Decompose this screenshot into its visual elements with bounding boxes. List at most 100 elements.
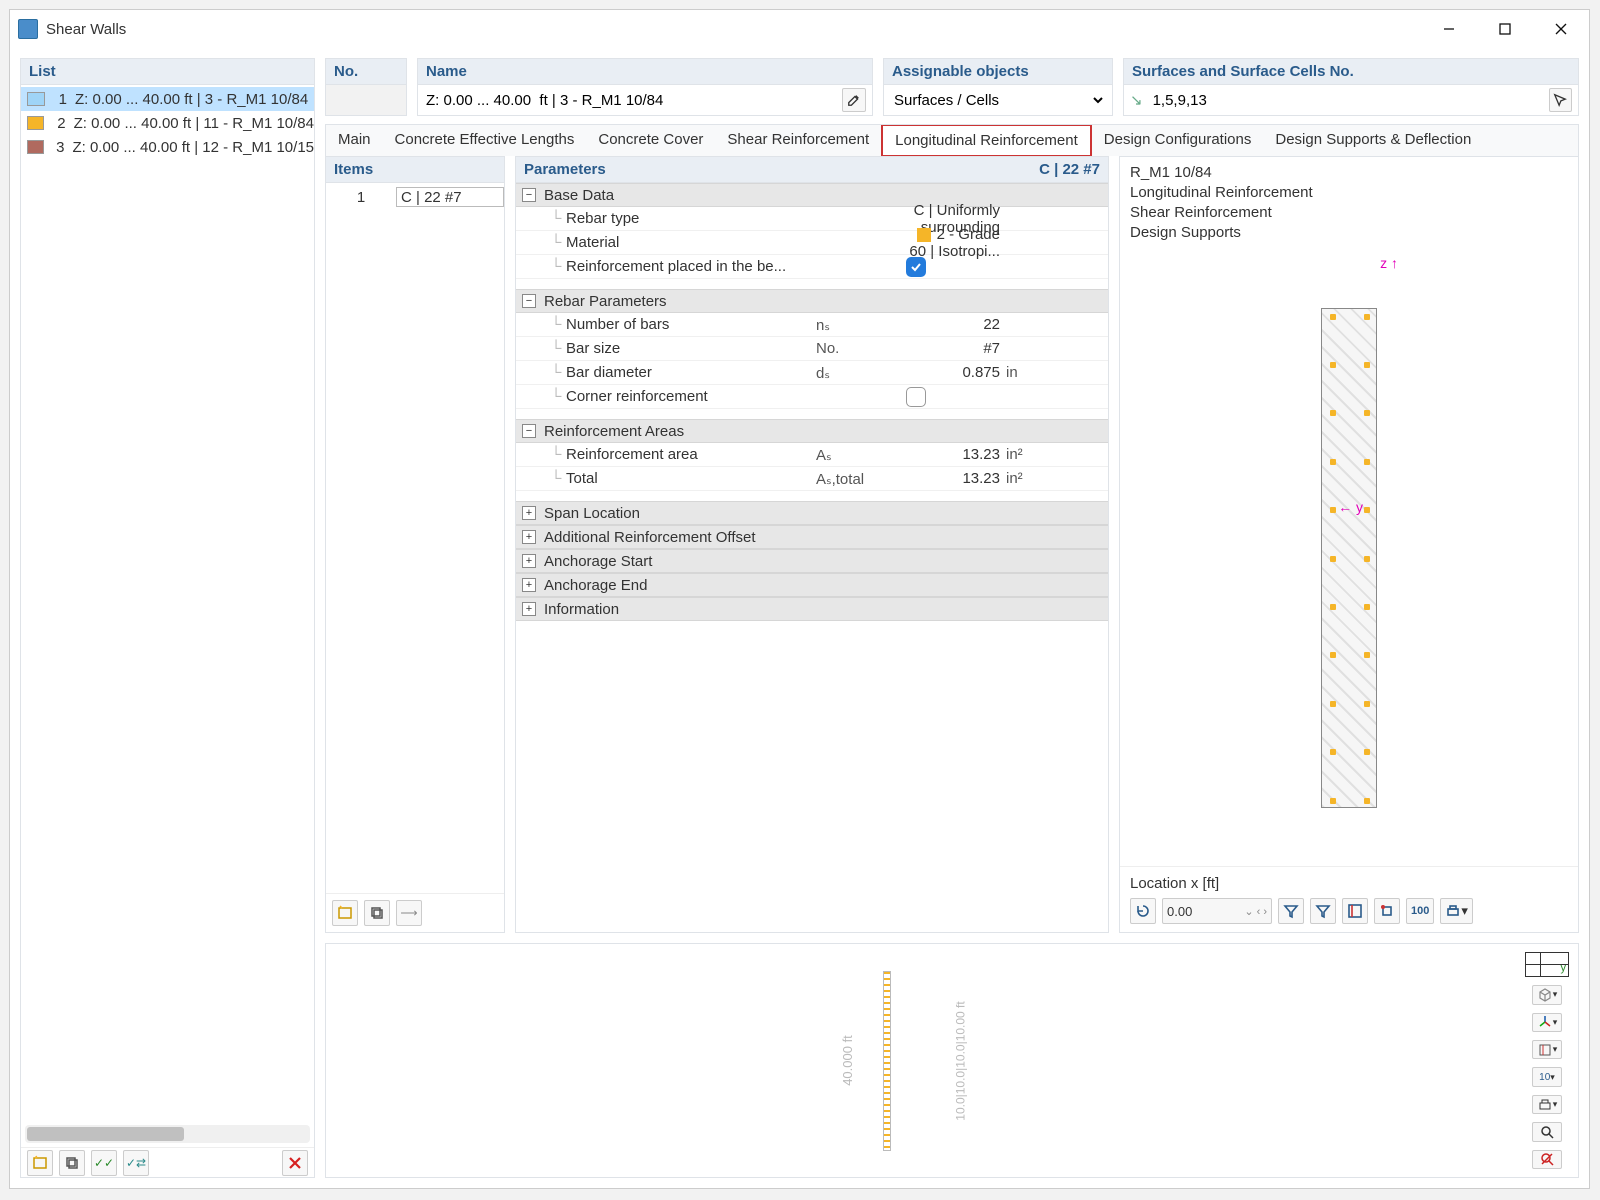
- items-row-value[interactable]: C | 22 #7: [396, 187, 504, 207]
- param-row[interactable]: └ Bar diameter dₛ 0.875 in: [516, 361, 1108, 385]
- param-group[interactable]: + Anchorage End: [516, 573, 1108, 597]
- tab-design-supports-deflection[interactable]: Design Supports & Deflection: [1263, 125, 1483, 156]
- param-group[interactable]: + Anchorage Start: [516, 549, 1108, 573]
- expand-icon[interactable]: +: [522, 530, 536, 544]
- copy-item-button[interactable]: [59, 1150, 85, 1176]
- cube-view-button[interactable]: ▾: [1532, 985, 1562, 1004]
- list-body: 1 Z: 0.00 ... 40.00 ft | 3 - R_M1 10/84 …: [21, 85, 314, 1125]
- rebar-dot: [1330, 410, 1336, 416]
- collapse-icon[interactable]: −: [522, 188, 536, 202]
- check-teal-button[interactable]: ✓⇄: [123, 1150, 149, 1176]
- tab-concrete-cover[interactable]: Concrete Cover: [586, 125, 715, 156]
- param-value[interactable]: 22: [906, 316, 1006, 333]
- assignable-objects-select[interactable]: Surfaces / Cells: [890, 91, 1106, 110]
- param-group[interactable]: + Information: [516, 597, 1108, 621]
- param-group[interactable]: − Rebar Parameters: [516, 289, 1108, 313]
- tab-longitudinal-reinforcement[interactable]: Longitudinal Reinforcement: [881, 124, 1092, 156]
- param-row[interactable]: └ Bar size No. #7: [516, 337, 1108, 361]
- check-green-button[interactable]: ✓✓: [91, 1150, 117, 1176]
- items-link-button[interactable]: ⟶: [396, 900, 422, 926]
- name-edit-button[interactable]: [842, 88, 866, 112]
- list-row-text: Z: 0.00 ... 40.00 ft | 11 - R_M1 10/84: [74, 115, 314, 132]
- param-value[interactable]: 2 - Grade 60 | Isotropi...: [906, 226, 1006, 260]
- param-value[interactable]: #7: [906, 340, 1006, 357]
- expand-icon[interactable]: +: [522, 554, 536, 568]
- param-value[interactable]: [906, 257, 1006, 277]
- surfaces-pick-button[interactable]: [1549, 88, 1572, 112]
- items-copy-button[interactable]: [364, 900, 390, 926]
- list-row-text: Z: 0.00 ... 40.00 ft | 3 - R_M1 10/84: [75, 91, 308, 108]
- items-new-button[interactable]: [332, 900, 358, 926]
- collapse-icon[interactable]: −: [522, 294, 536, 308]
- param-name: Reinforcement area: [566, 446, 816, 463]
- expand-icon[interactable]: +: [522, 578, 536, 592]
- list-row[interactable]: 3 Z: 0.00 ... 40.00 ft | 12 - R_M1 10/15: [21, 135, 314, 159]
- param-row[interactable]: └ Number of bars nₛ 22: [516, 313, 1108, 337]
- list-row[interactable]: 1 Z: 0.00 ... 40.00 ft | 3 - R_M1 10/84: [21, 87, 314, 111]
- preview-info: R_M1 10/84Longitudinal ReinforcementShea…: [1120, 157, 1578, 249]
- param-symbol: dₛ: [816, 364, 906, 382]
- maximize-button[interactable]: [1477, 10, 1533, 48]
- param-value[interactable]: 0.875: [906, 364, 1006, 381]
- tree-branch-icon: └: [546, 234, 566, 251]
- param-group[interactable]: + Span Location: [516, 501, 1108, 525]
- name-label: Name: [417, 58, 873, 84]
- view-section-button[interactable]: [1342, 898, 1368, 924]
- section-view-button[interactable]: ▾: [1532, 1040, 1562, 1059]
- filter-button[interactable]: [1310, 898, 1336, 924]
- list-header: List: [21, 59, 314, 85]
- rebar-dot: [1330, 314, 1336, 320]
- axes-view-button[interactable]: ▾: [1532, 1013, 1562, 1032]
- delete-item-button[interactable]: [282, 1150, 308, 1176]
- update-view-button[interactable]: [1130, 898, 1156, 924]
- param-row[interactable]: └ Rebar type C | Uniformly surrounding: [516, 207, 1108, 231]
- tree-branch-icon: └: [546, 340, 566, 357]
- view-3d-button[interactable]: [1374, 898, 1400, 924]
- clear-lower-button[interactable]: [1532, 1150, 1562, 1169]
- dim-value-button[interactable]: 10▾: [1532, 1067, 1562, 1086]
- param-group-name: Rebar Parameters: [544, 293, 667, 310]
- param-row[interactable]: └ Reinforcement placed in the be...: [516, 255, 1108, 279]
- param-row[interactable]: └ Material 2 - Grade 60 | Isotropi...: [516, 231, 1108, 255]
- param-group[interactable]: + Additional Reinforcement Offset: [516, 525, 1108, 549]
- items-row[interactable]: 1 C | 22 #7: [326, 186, 504, 208]
- print-lower-button[interactable]: ▾: [1532, 1095, 1562, 1114]
- tab-design-configurations[interactable]: Design Configurations: [1092, 125, 1264, 156]
- location-x-stepper[interactable]: 0.00 ⌄ ‹ ›: [1162, 898, 1272, 924]
- param-value[interactable]: 13.23: [906, 446, 1006, 463]
- param-name: Bar size: [566, 340, 816, 357]
- param-row[interactable]: └ Total Aₛ,total 13.23 in²: [516, 467, 1108, 491]
- close-button[interactable]: [1533, 10, 1589, 48]
- tab-concrete-effective-lengths[interactable]: Concrete Effective Lengths: [383, 125, 587, 156]
- tab-shear-reinforcement[interactable]: Shear Reinforcement: [715, 125, 881, 156]
- collapse-icon[interactable]: −: [522, 424, 536, 438]
- list-h-scrollbar[interactable]: [25, 1125, 310, 1143]
- view-dimension-button[interactable]: 100: [1406, 898, 1434, 924]
- preview-info-line: Shear Reinforcement: [1130, 203, 1568, 223]
- param-row[interactable]: └ Reinforcement area Aₛ 13.23 in²: [516, 443, 1108, 467]
- search-lower-button[interactable]: [1532, 1122, 1562, 1141]
- preview-panel: R_M1 10/84Longitudinal ReinforcementShea…: [1119, 156, 1579, 933]
- param-value[interactable]: 13.23: [906, 470, 1006, 487]
- print-button[interactable]: ▾: [1440, 898, 1473, 924]
- checkbox-on-icon[interactable]: [906, 257, 926, 277]
- parameters-header: Parameters C | 22 #7: [516, 157, 1108, 183]
- list-row[interactable]: 2 Z: 0.00 ... 40.00 ft | 11 - R_M1 10/84: [21, 111, 314, 135]
- param-row[interactable]: └ Corner reinforcement: [516, 385, 1108, 409]
- expand-icon[interactable]: +: [522, 602, 536, 616]
- new-item-button[interactable]: [27, 1150, 53, 1176]
- preview-info-line: Longitudinal Reinforcement: [1130, 183, 1568, 203]
- param-group[interactable]: − Reinforcement Areas: [516, 419, 1108, 443]
- name-input[interactable]: [424, 91, 834, 110]
- param-value[interactable]: [906, 387, 1006, 407]
- param-group[interactable]: − Base Data: [516, 183, 1108, 207]
- filter-off-button[interactable]: [1278, 898, 1304, 924]
- checkbox-off-icon[interactable]: [906, 387, 926, 407]
- lower-dim-horizontal: 10.0|10.0|10.0|10.00 ft: [953, 1001, 967, 1120]
- minimize-button[interactable]: [1421, 10, 1477, 48]
- expand-icon[interactable]: +: [522, 506, 536, 520]
- surfaces-no-input[interactable]: [1151, 91, 1541, 110]
- mid-row: Items 1 C | 22 #7 ⟶ Parameters C | 22 #7: [325, 156, 1579, 933]
- tab-main[interactable]: Main: [326, 125, 383, 156]
- no-input[interactable]: [332, 91, 400, 110]
